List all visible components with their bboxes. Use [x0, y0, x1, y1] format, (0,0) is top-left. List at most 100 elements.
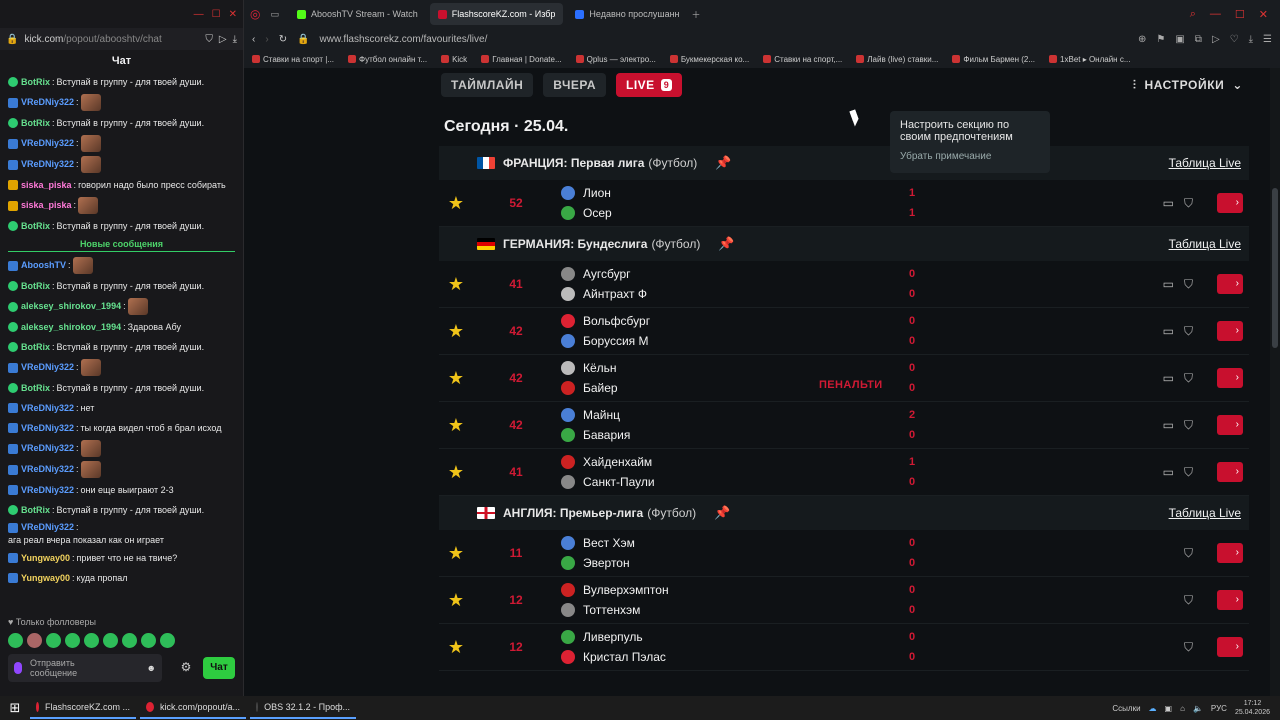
match-teams[interactable]: Кёльн Байер	[561, 361, 821, 395]
bookmark-item[interactable]: Футбол онлайн т...	[348, 55, 427, 64]
chat-username[interactable]: siska_piska	[21, 200, 72, 211]
away-team[interactable]: Айнтрахт Ф	[561, 287, 821, 301]
chat-username[interactable]: Yungway00	[21, 573, 70, 584]
chat-message[interactable]: VReDNiy322: нет	[8, 398, 235, 418]
chat-message[interactable]: BotRix: Вступай в группу - для твоей души…	[8, 500, 235, 520]
bookmark-item[interactable]: Ставки на спорт,...	[763, 55, 842, 64]
emoji-icon[interactable]: ☻	[147, 663, 156, 673]
match-row[interactable]: ★ 42 Майнц Бавария 2 0 ▭ ⛉ ›	[439, 402, 1249, 449]
maximize-icon[interactable]: ☐	[1235, 8, 1245, 21]
chat-username[interactable]: VReDNiy322	[21, 443, 74, 454]
links-toolbar[interactable]: Ссылки	[1112, 704, 1140, 713]
chat-username[interactable]: VReDNiy322	[21, 138, 74, 149]
chat-message[interactable]: VReDNiy322:	[8, 357, 235, 378]
download-icon[interactable]: ⤓	[233, 34, 237, 45]
away-team[interactable]: Байер	[561, 381, 821, 395]
chat-username[interactable]: VReDNiy322	[21, 97, 74, 108]
clock[interactable]: 17:12 25.04.2026	[1235, 699, 1270, 717]
chat-url[interactable]: kick.com/popout/abooshtv/chat	[24, 34, 199, 45]
lineup-shirt-icon[interactable]: ⛉	[1184, 371, 1193, 386]
bookmark-item[interactable]: Лайв (live) ставки...	[856, 55, 938, 64]
chat-username[interactable]: BotRix	[21, 281, 50, 292]
chat-message[interactable]: aleksey_shirokov_1994:	[8, 296, 235, 317]
send-chat-button[interactable]: Чат	[203, 657, 235, 679]
search-tabs-icon[interactable]: ⌕	[1190, 8, 1196, 21]
league-header[interactable]: АНГЛИЯ: Премьер-лига (Футбол) 📌 Таблица Liv…	[439, 496, 1249, 530]
open-match-button[interactable]: ›	[1217, 543, 1243, 563]
chat-message[interactable]: BotRix: Вступай в группу - для твоей души…	[8, 337, 235, 357]
extensions-icon[interactable]: ⧉	[1195, 34, 1202, 45]
chat-message[interactable]: aleksey_shirokov_1994: Здарова Абу	[8, 317, 235, 337]
emote-icon[interactable]	[103, 633, 118, 648]
close-icon[interactable]: ✕	[1259, 8, 1268, 21]
taskbar-item-obs[interactable]: OBS 32.1.2 - Проф...	[250, 697, 356, 719]
emote-icon[interactable]	[141, 633, 156, 648]
match-row[interactable]: ★ 12 Вулверхэмптон Тоттенхэм 0 0 ⛉ ›	[439, 577, 1249, 624]
chat-message[interactable]: VReDNiy322: ты когда видел чтоб я брал ис…	[8, 418, 235, 438]
bookmark-item[interactable]: Kick	[441, 55, 467, 64]
live-table-link[interactable]: Таблица Live	[1169, 506, 1241, 520]
url-field[interactable]: www.flashscorekz.com/favourites/live/	[320, 34, 1128, 45]
home-team[interactable]: Вольфсбург	[561, 314, 821, 328]
match-row[interactable]: ★ 11 Вест Хэм Эвертон 0 0 ⛉ ›	[439, 530, 1249, 577]
favorite-star-icon[interactable]: ★	[441, 637, 471, 658]
away-team[interactable]: Кристал Пэлас	[561, 650, 821, 664]
chat-username[interactable]: VReDNiy322	[21, 485, 74, 496]
tv-icon[interactable]: ▭	[1163, 196, 1174, 211]
chat-username[interactable]: siska_piska	[21, 180, 72, 191]
chat-username[interactable]: VReDNiy322	[21, 464, 74, 475]
emote-icon[interactable]	[27, 633, 42, 648]
chat-address-bar[interactable]: 🔒 kick.com/popout/abooshtv/chat ⛉ ▷ ⤓	[0, 28, 243, 50]
send-icon[interactable]: ▷	[219, 34, 227, 45]
tab-kick[interactable]: AbooshTV Stream - Watch	[289, 3, 426, 25]
chat-username[interactable]: VReDNiy322	[21, 403, 74, 414]
home-team[interactable]: Лион	[561, 186, 821, 200]
home-team[interactable]: Кёльн	[561, 361, 821, 375]
chat-message[interactable]: VReDNiy322:	[8, 154, 235, 175]
chat-message[interactable]: Yungway00: куда пропал	[8, 568, 235, 588]
chat-message[interactable]: BotRix: Вступай в группу - для твоей души…	[8, 378, 235, 398]
emote-icon[interactable]	[84, 633, 99, 648]
match-teams[interactable]: Хайденхайм Санкт-Паули	[561, 455, 821, 489]
heart-icon[interactable]: ♡	[1230, 34, 1239, 45]
tv-icon[interactable]: ▭	[1163, 418, 1174, 433]
lineup-shirt-icon[interactable]: ⛉	[1184, 324, 1193, 339]
chat-username[interactable]: BotRix	[21, 221, 50, 232]
cloud-icon[interactable]: ☁	[1149, 704, 1157, 713]
favorite-star-icon[interactable]: ★	[441, 543, 471, 564]
chat-message[interactable]: BotRix: Вступай в группу - для твоей души…	[8, 72, 235, 92]
open-match-button[interactable]: ›	[1217, 415, 1243, 435]
chat-message[interactable]: BotRix: Вступай в группу - для твоей души…	[8, 276, 235, 296]
timeline-button[interactable]: ТАЙМЛАЙН	[441, 73, 534, 97]
shield-icon[interactable]: ⛉	[205, 34, 213, 45]
chat-message[interactable]: BotRix: Вступай в группу - для твоей души…	[8, 113, 235, 133]
match-row[interactable]: ★ 41 Аугсбург Айнтрахт Ф 0 0 ▭ ⛉ ›	[439, 261, 1249, 308]
chat-username[interactable]: Yungway00	[21, 553, 70, 564]
favorite-star-icon[interactable]: ★	[441, 462, 471, 483]
favorite-star-icon[interactable]: ★	[441, 193, 471, 214]
chat-message[interactable]: AbooshTV:	[8, 255, 235, 276]
home-team[interactable]: Майнц	[561, 408, 821, 422]
match-teams[interactable]: Вест Хэм Эвертон	[561, 536, 821, 570]
favorite-star-icon[interactable]: ★	[441, 368, 471, 389]
page-scrollbar[interactable]	[1270, 68, 1280, 696]
tray-icon[interactable]: ▣	[1165, 704, 1173, 713]
chat-message[interactable]: VReDNiy322:	[8, 133, 235, 154]
chat-settings-icon[interactable]: ⚙	[179, 660, 193, 674]
lineup-shirt-icon[interactable]: ⛉	[1184, 465, 1193, 480]
match-row[interactable]: ★ 42 Кёльн Байер ПЕНАЛЬТИ 0 0 ▭ ⛉ ›	[439, 355, 1249, 402]
away-team[interactable]: Бавария	[561, 428, 821, 442]
chat-username[interactable]: aleksey_shirokov_1994	[21, 322, 121, 333]
bookmark-item[interactable]: Главная | Donate...	[481, 55, 562, 64]
open-match-button[interactable]: ›	[1217, 462, 1243, 482]
open-match-button[interactable]: ›	[1217, 637, 1243, 657]
away-team[interactable]: Тоттенхэм	[561, 603, 821, 617]
pin-icon[interactable]: 📌	[715, 155, 731, 171]
league-header[interactable]: ГЕРМАНИЯ: Бундеслига (Футбол) 📌 Таблица Liv…	[439, 227, 1249, 261]
lineup-shirt-icon[interactable]: ⛉	[1184, 196, 1193, 211]
match-teams[interactable]: Лион Осер	[561, 186, 821, 220]
settings-button[interactable]: ⫶ НАСТРОЙКИ ⌄	[1133, 78, 1249, 93]
chat-message[interactable]: VReDNiy322:	[8, 459, 235, 480]
emote-icon[interactable]	[46, 633, 61, 648]
match-teams[interactable]: Вольфсбург Боруссия М	[561, 314, 821, 348]
